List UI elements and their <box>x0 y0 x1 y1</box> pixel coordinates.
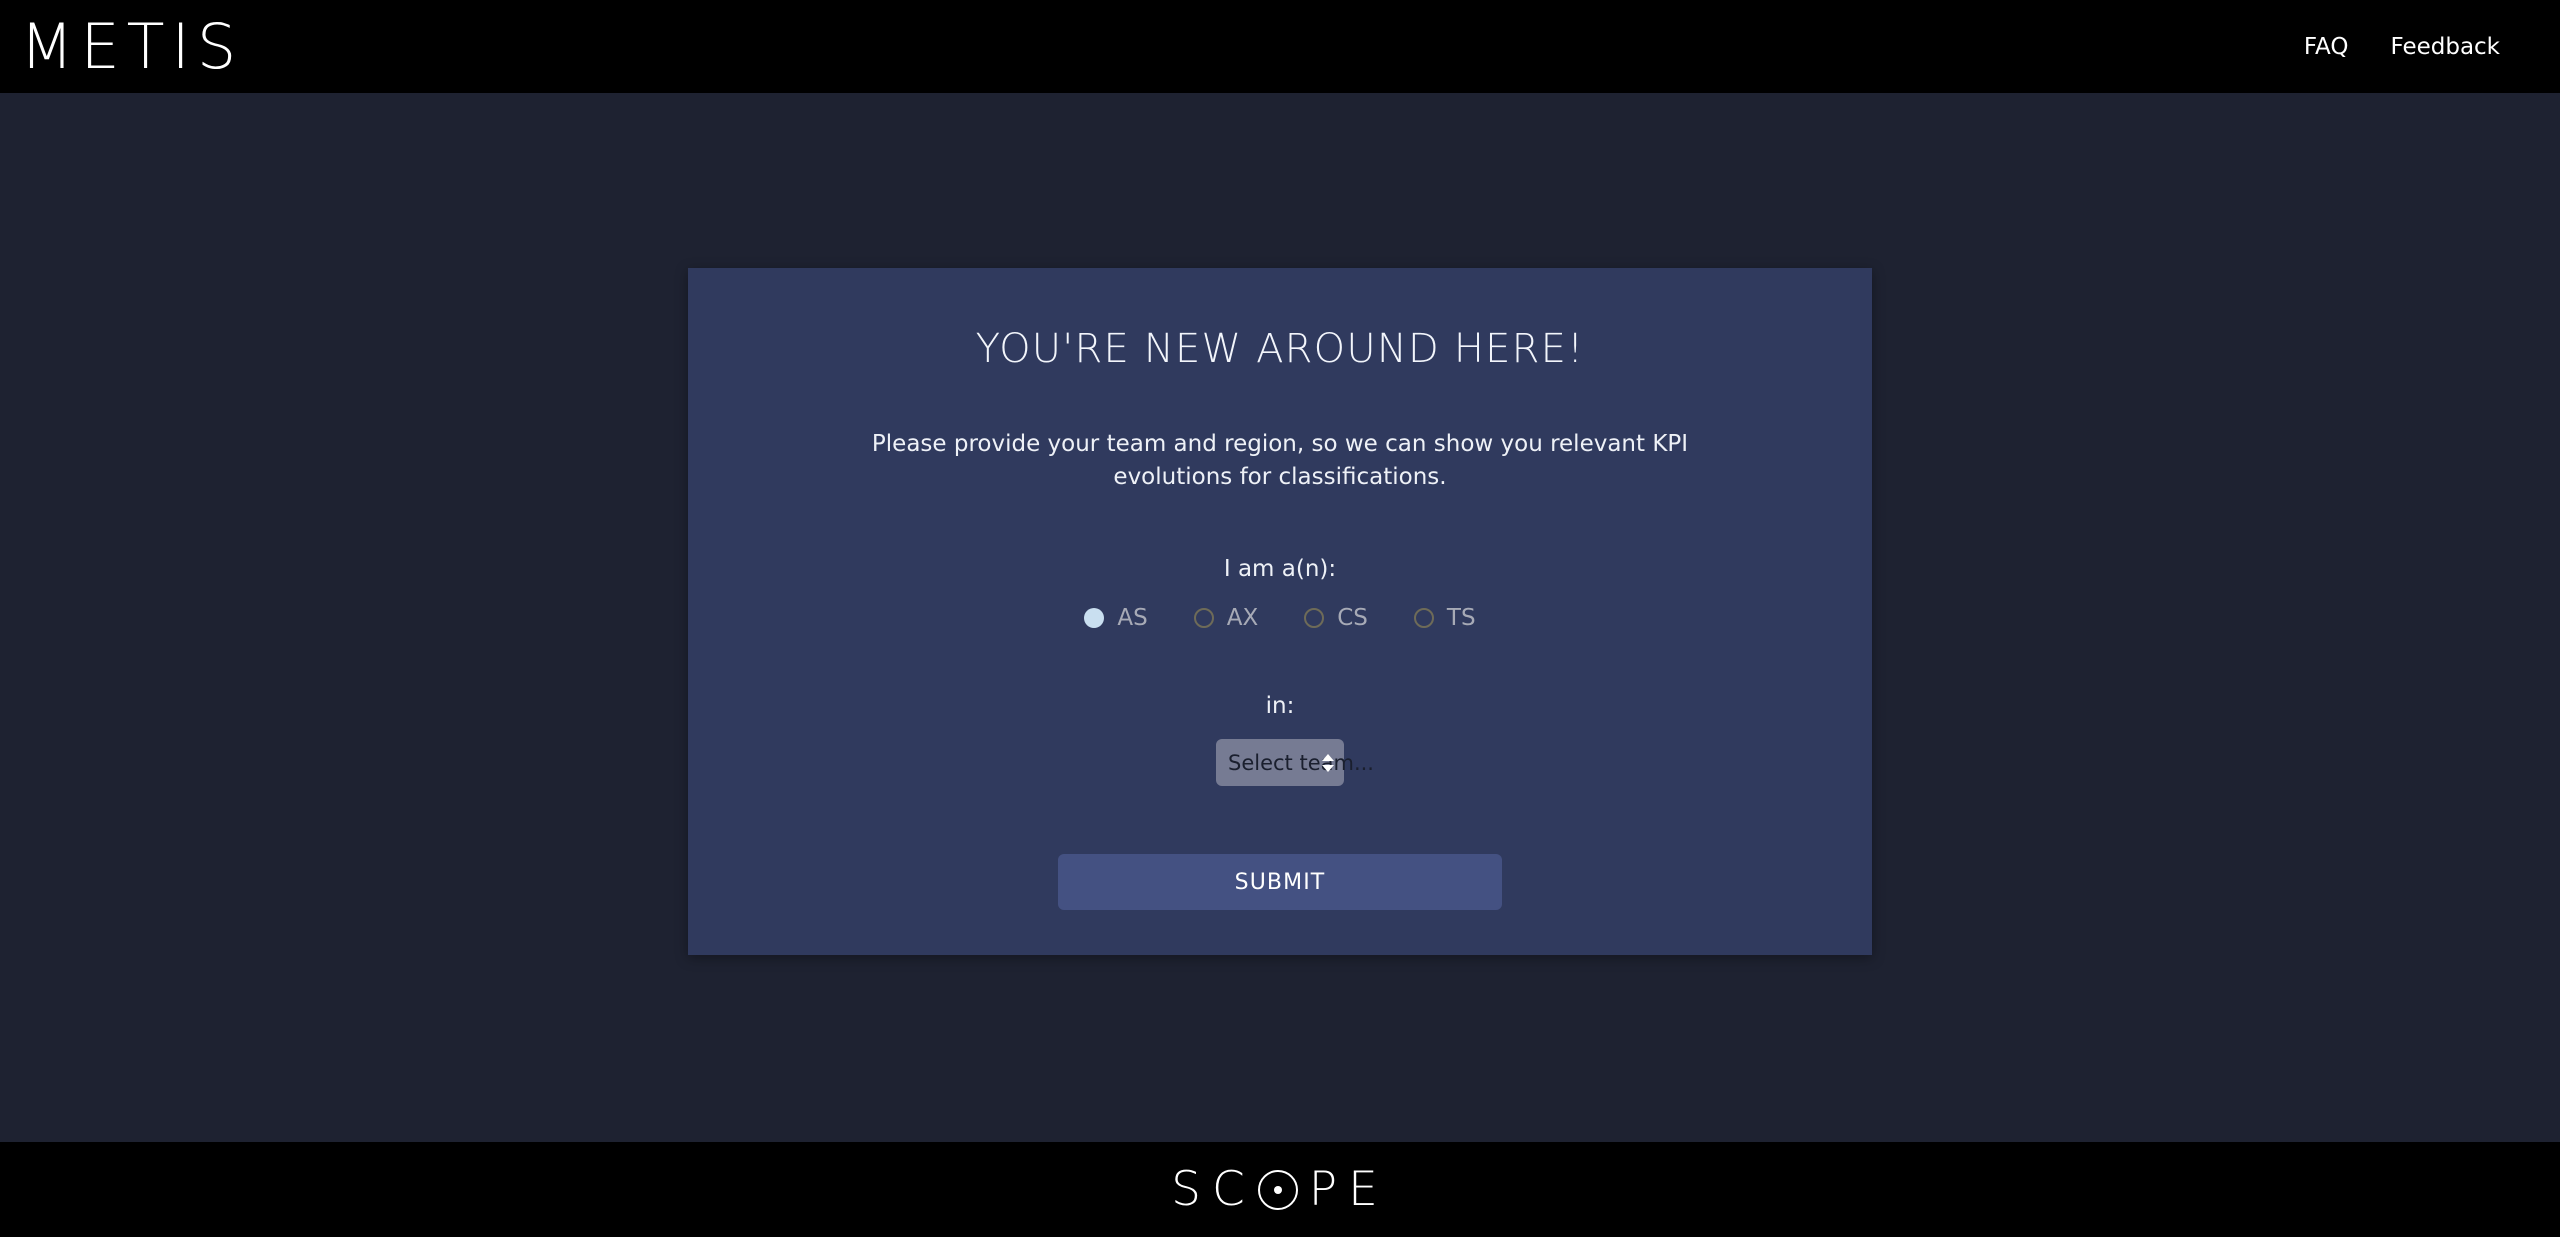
radio-label-ts: TS <box>1446 605 1476 632</box>
site-header: METIS FAQ Feedback <box>0 0 2560 93</box>
app-logo-metis[interactable]: METIS <box>10 15 243 78</box>
team-select-value: Select team... <box>1228 750 1374 775</box>
radio-option-ts[interactable]: TS <box>1413 605 1476 632</box>
card-description: Please provide your team and region, so … <box>871 431 1689 490</box>
radio-label-as: AS <box>1117 605 1148 632</box>
onboarding-card: YOU'RE NEW AROUND HERE! Please provide y… <box>688 268 1872 955</box>
site-footer: SC PE <box>0 1142 2560 1237</box>
team-select-label: in: <box>1265 693 1295 720</box>
scope-reticle-dot <box>1273 1185 1282 1194</box>
radio-button-icon-as[interactable] <box>1084 608 1105 629</box>
chevron-down-icon <box>1322 764 1334 772</box>
radio-label-cs: CS <box>1337 605 1368 632</box>
team-select-wrapper: Select team... <box>748 719 1812 787</box>
radio-option-ax[interactable]: AX <box>1193 605 1259 632</box>
footer-logo-text-right: PE <box>1308 1162 1389 1217</box>
page-title: YOU'RE NEW AROUND HERE! <box>975 326 1585 372</box>
nav-link-feedback[interactable]: Feedback <box>2390 34 2500 60</box>
radio-option-cs[interactable]: CS <box>1304 605 1368 631</box>
footer-logo-scope: SC PE <box>1171 1162 1389 1217</box>
radio-button-icon-ts[interactable] <box>1413 608 1434 629</box>
submit-button-wrapper: SUBMIT <box>748 786 1812 911</box>
team-select[interactable]: Select team... <box>1216 739 1374 787</box>
role-radio-group: AS AX CS TS <box>748 582 1812 631</box>
scope-reticle-icon <box>1257 1169 1298 1210</box>
role-group-label: I am a(n): <box>1223 556 1337 583</box>
radio-option-as[interactable]: AS <box>1084 605 1148 632</box>
footer-logo-text-left: SC <box>1171 1162 1256 1217</box>
radio-button-icon-cs[interactable] <box>1304 608 1325 629</box>
radio-label-ax: AX <box>1226 605 1259 632</box>
header-nav: FAQ Feedback <box>2304 34 2514 60</box>
chevron-updown-icon[interactable] <box>1322 753 1334 772</box>
chevron-up-icon <box>1322 753 1334 761</box>
radio-button-icon-ax[interactable] <box>1193 608 1214 629</box>
main-content-area: YOU'RE NEW AROUND HERE! Please provide y… <box>0 93 2560 1142</box>
nav-link-faq[interactable]: FAQ <box>2304 34 2349 60</box>
submit-button[interactable]: SUBMIT <box>1058 854 1502 911</box>
